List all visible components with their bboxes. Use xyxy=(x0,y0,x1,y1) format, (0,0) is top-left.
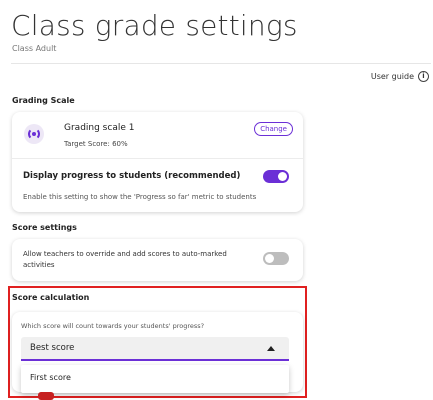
grading-scale-section-title: Grading Scale xyxy=(12,96,75,105)
page-title: Class grade settings xyxy=(11,9,298,42)
score-settings-section-title: Score settings xyxy=(12,223,77,232)
cursor-mark xyxy=(38,392,54,400)
user-guide-label: User guide xyxy=(370,72,414,81)
override-scores-toggle[interactable] xyxy=(263,252,289,265)
score-calculation-section-title: Score calculation xyxy=(12,293,90,302)
card-divider xyxy=(12,158,303,159)
caret-up-icon xyxy=(267,346,275,351)
display-progress-description: Enable this setting to show the 'Progres… xyxy=(23,193,257,201)
score-select-value: Best score xyxy=(30,343,75,353)
dropdown-option-first-score[interactable]: First score xyxy=(30,373,71,382)
title-divider xyxy=(11,63,431,64)
grading-scale-name: Grading scale 1 xyxy=(64,123,135,133)
grading-scale-card: Grading scale 1 Target Score: 60% Change… xyxy=(12,112,303,212)
score-select[interactable]: Best score xyxy=(21,337,289,361)
target-score: Target Score: 60% xyxy=(64,140,128,148)
grading-scale-icon xyxy=(24,124,44,144)
display-progress-toggle[interactable] xyxy=(263,170,289,183)
toggle-knob xyxy=(278,172,287,181)
user-guide-link[interactable]: User guide i xyxy=(371,71,429,82)
info-icon: i xyxy=(418,71,429,82)
display-progress-label: Display progress to students (recommende… xyxy=(23,171,241,181)
toggle-knob xyxy=(265,254,274,263)
score-question-label: Which score will count towards your stud… xyxy=(21,322,205,330)
page-subtitle: Class Adult xyxy=(12,44,57,53)
change-button[interactable]: Change xyxy=(254,122,293,136)
override-scores-label: Allow teachers to override and add score… xyxy=(23,250,227,269)
score-dropdown-menu: First score xyxy=(21,365,289,393)
score-settings-card: Allow teachers to override and add score… xyxy=(12,239,303,281)
